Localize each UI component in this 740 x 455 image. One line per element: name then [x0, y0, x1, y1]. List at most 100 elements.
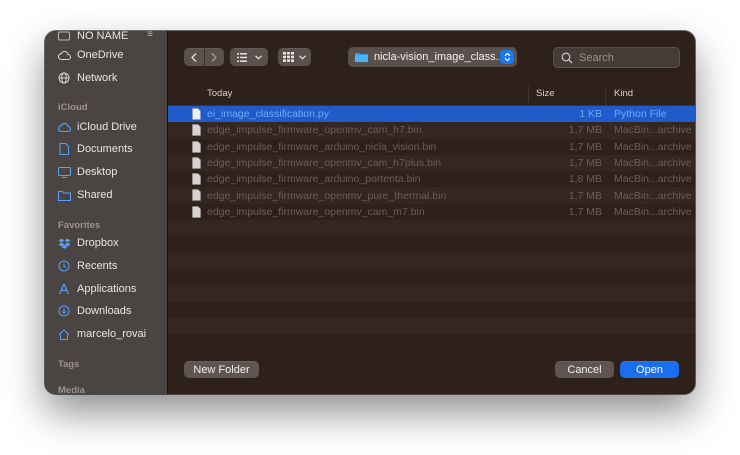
file-name: edge_impulse_firmware_openmv_cam_m7.bin: [207, 205, 425, 218]
sidebar-item-label: Dropbox: [77, 237, 119, 249]
back-button[interactable]: [184, 48, 204, 66]
sidebar-item-onedrive[interactable]: OneDrive: [57, 45, 123, 65]
globe-icon: [57, 71, 71, 85]
column-header: Today Size Kind: [168, 83, 695, 106]
sidebar-item-label: Shared: [77, 189, 113, 201]
sidebar: NO NAME ≡ OneDrive Network iCloud iCloud…: [45, 31, 168, 394]
file-rows: ei_image_classification.py 1 KB Python Fil…: [168, 106, 695, 335]
sidebar-item-applications[interactable]: Applications: [57, 279, 136, 299]
sidebar-section-icloud: iCloud: [58, 102, 88, 113]
file-kind: MacBin...archive: [614, 124, 692, 137]
file-kind: MacBin...archive: [614, 140, 692, 153]
file-name: ei_image_classification.py: [207, 108, 329, 121]
column-kind[interactable]: Kind: [614, 88, 633, 99]
file-kind: MacBin...archive: [614, 189, 692, 202]
list-view-button[interactable]: [230, 48, 268, 66]
empty-row: [168, 269, 695, 285]
sidebar-item-label: iCloud Drive: [77, 121, 137, 133]
file-name: edge_impulse_firmware_arduino_nicla_visi…: [207, 140, 437, 153]
file-row[interactable]: edge_impulse_firmware_arduino_nicla_visi…: [168, 139, 695, 155]
sidebar-item-icloud-drive[interactable]: iCloud Drive: [57, 117, 137, 137]
file-icon: [192, 108, 201, 120]
chevron-down-icon: [299, 54, 306, 60]
desktop-icon: [57, 165, 71, 179]
sidebar-item-dropbox[interactable]: Dropbox: [57, 233, 119, 253]
dropbox-icon: [57, 236, 71, 250]
file-row[interactable]: edge_impulse_firmware_openmv_cam_m7.bin 1…: [168, 204, 695, 220]
new-folder-button[interactable]: New Folder: [184, 361, 259, 378]
cancel-button[interactable]: Cancel: [555, 361, 614, 378]
file-icon: [192, 189, 201, 202]
list-view-icon: [236, 52, 247, 62]
sidebar-item-downloads[interactable]: Downloads: [57, 301, 131, 321]
sidebar-item-no-name[interactable]: NO NAME: [57, 31, 128, 46]
file-name: edge_impulse_firmware_openmv_cam_h7.bin: [207, 124, 422, 137]
file-kind: MacBin...archive: [614, 157, 692, 170]
shared-folder-icon: [57, 188, 71, 202]
sidebar-item-label: marcelo_rovai: [77, 328, 147, 340]
file-icon: [192, 124, 201, 137]
sidebar-section-tags: Tags: [58, 359, 80, 370]
sidebar-item-network[interactable]: Network: [57, 68, 117, 88]
column-name[interactable]: Today: [207, 88, 232, 99]
home-icon: [57, 327, 71, 341]
file-row[interactable]: edge_impulse_firmware_openmv_cam_h7.bin 1…: [168, 122, 695, 139]
sidebar-item-recents[interactable]: Recents: [57, 256, 117, 276]
sidebar-section-favorites: Favorites: [58, 220, 101, 231]
file-size: 1,7 MB: [568, 157, 602, 170]
sidebar-item-shared[interactable]: Shared: [57, 185, 112, 205]
search-icon: [561, 52, 573, 63]
group-view-button[interactable]: [278, 48, 311, 66]
sidebar-item-label: Documents: [77, 143, 133, 155]
empty-row: [168, 317, 695, 335]
sidebar-item-label: Recents: [77, 260, 118, 272]
empty-row: [168, 236, 695, 252]
file-name: edge_impulse_firmware_openmv_cam_h7plus.…: [207, 157, 442, 170]
cloud-icon: [57, 48, 71, 62]
document-icon: [57, 142, 71, 156]
cloud-icon: [57, 120, 71, 134]
dialog-footer: New Folder Cancel Open: [168, 343, 695, 394]
file-size: 1,7 MB: [568, 124, 602, 137]
file-size: 1,7 MB: [568, 189, 602, 202]
path-popup[interactable]: nicla-vision_image_class...: [348, 47, 517, 67]
sidebar-section-media: Media: [58, 385, 85, 394]
path-popup-label: nicla-vision_image_class...: [374, 51, 500, 63]
download-icon: [57, 304, 71, 318]
file-icon: [192, 173, 201, 185]
search-field[interactable]: Search: [553, 47, 680, 68]
column-size[interactable]: Size: [536, 88, 554, 99]
empty-row: [168, 285, 695, 302]
sidebar-item-label: Desktop: [77, 166, 118, 178]
navigation-buttons: [184, 48, 224, 66]
file-size: 1 KB: [579, 108, 602, 121]
chevron-down-icon: [254, 54, 262, 60]
file-row[interactable]: ei_image_classification.py 1 KB Python Fil…: [168, 106, 695, 123]
sidebar-item-desktop[interactable]: Desktop: [57, 162, 117, 182]
up-down-chevron-icon: [500, 50, 514, 64]
empty-row: [168, 220, 695, 237]
sidebar-item-label: Downloads: [77, 305, 132, 317]
sidebar-item-documents[interactable]: Documents: [57, 139, 133, 159]
folder-icon: [355, 53, 368, 62]
search-placeholder: Search: [579, 51, 614, 64]
file-name: edge_impulse_firmware_openmv_pure_therma…: [207, 189, 447, 202]
forward-button[interactable]: [204, 48, 224, 66]
grid-view-icon: [283, 52, 294, 62]
file-kind: Python File: [614, 108, 667, 121]
file-name: edge_impulse_firmware_arduino_portenta.b…: [207, 173, 421, 186]
file-size: 1,7 MB: [568, 140, 602, 153]
clock-icon: [57, 259, 71, 273]
eject-icon[interactable]: ≡: [147, 31, 153, 40]
main-panel: nicla-vision_image_class... Search Today…: [168, 31, 695, 394]
file-size: 1,8 MB: [568, 173, 602, 186]
sidebar-item-label: OneDrive: [77, 49, 124, 61]
file-row[interactable]: edge_impulse_firmware_arduino_portenta.b…: [168, 171, 695, 187]
file-row[interactable]: edge_impulse_firmware_openmv_pure_therma…: [168, 187, 695, 204]
open-button[interactable]: Open: [620, 361, 679, 378]
chevron-right-icon: [211, 52, 218, 62]
applications-icon: [57, 282, 71, 296]
file-row[interactable]: edge_impulse_firmware_openmv_cam_h7plus.…: [168, 154, 695, 172]
sidebar-item-home[interactable]: marcelo_rovai: [57, 324, 146, 344]
file-open-dialog: NO NAME ≡ OneDrive Network iCloud iCloud…: [45, 31, 695, 394]
